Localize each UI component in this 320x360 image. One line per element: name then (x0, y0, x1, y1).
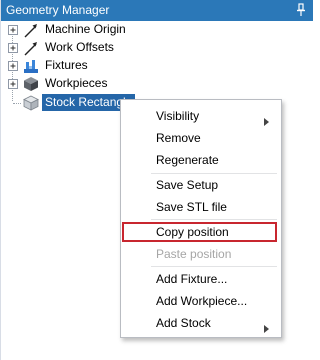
menu-item-label: Save STL file (156, 200, 227, 214)
expand-plus-icon[interactable] (8, 43, 18, 53)
submenu-arrow-icon (264, 112, 269, 126)
menu-item-save-setup[interactable]: Save Setup (121, 175, 281, 195)
menu-item-remove[interactable]: Remove (121, 128, 281, 148)
pin-icon[interactable] (296, 3, 306, 17)
menu-item-label: Add Stock (156, 316, 211, 330)
menu-item-label: Paste position (156, 247, 232, 261)
menu-item-add-workpiece[interactable]: Add Workpiece... (121, 291, 281, 311)
menu-item-label: Add Workpiece... (156, 294, 248, 308)
menu-item-regenerate[interactable]: Regenerate (121, 150, 281, 170)
workpiece-icon (23, 76, 39, 92)
fixture-icon (23, 58, 39, 74)
tree-node-work-offsets[interactable]: Work Offsets (1, 39, 313, 57)
menu-item-visibility[interactable]: Visibility (121, 106, 281, 126)
menu-separator (151, 173, 277, 174)
panel-titlebar[interactable]: Geometry Manager (1, 0, 313, 21)
menu-item-save-stl-file[interactable]: Save STL file (121, 197, 281, 217)
menu-item-copy-position[interactable]: Copy position (122, 222, 277, 242)
menu-item-label: Remove (156, 131, 201, 145)
menu-separator (151, 266, 277, 267)
menu-item-add-stock[interactable]: Add Stock (121, 313, 281, 333)
menu-item-label: Save Setup (156, 178, 219, 192)
tree-node-label: Work Offsets (45, 40, 114, 54)
menu-item-paste-position: Paste position (121, 244, 281, 264)
tree-node-workpieces[interactable]: Workpieces (1, 75, 313, 93)
menu-item-label: Copy position (156, 225, 229, 239)
tree-node-label: Workpieces (45, 76, 108, 90)
stock-box-icon (23, 95, 39, 111)
tree-node-machine-origin[interactable]: Machine Origin (1, 21, 313, 39)
submenu-arrow-icon (264, 319, 269, 333)
menu-item-label: Visibility (156, 109, 200, 123)
menu-separator (151, 219, 277, 220)
geometry-manager-panel: Geometry Manager Machine Origin Work Off… (0, 0, 313, 360)
panel-title: Geometry Manager (6, 3, 110, 17)
expand-plus-icon[interactable] (8, 25, 18, 35)
expand-plus-icon[interactable] (8, 61, 18, 71)
tree-node-label: Machine Origin (45, 22, 126, 36)
tree-node-label: Fixtures (45, 58, 88, 72)
axis-arrow-icon (23, 22, 39, 38)
tree-node-fixtures[interactable]: Fixtures (1, 57, 313, 75)
menu-item-add-fixture[interactable]: Add Fixture... (121, 269, 281, 289)
context-menu: Visibility Remove Regenerate Save Setup … (120, 99, 282, 338)
expand-plus-icon[interactable] (8, 79, 18, 89)
menu-item-label: Regenerate (156, 153, 219, 167)
axis-arrow-icon (23, 40, 39, 56)
menu-item-label: Add Fixture... (156, 272, 228, 286)
